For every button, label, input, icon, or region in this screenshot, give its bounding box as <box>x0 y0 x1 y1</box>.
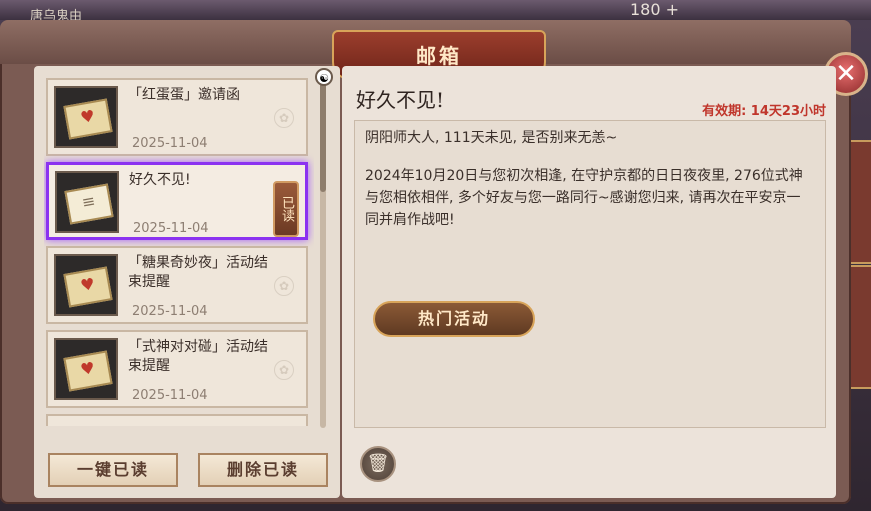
mail-list-scrollbar[interactable] <box>320 72 326 428</box>
envelope-frame: ≡ <box>55 171 119 233</box>
mail-detail-panel: 好久不见! 有效期: 14天23小时 阴阳师大人, 111天未见, 是否别来无恙… <box>342 66 836 498</box>
mark-all-read-button[interactable]: 一键已读 <box>48 453 178 487</box>
trash-icon: 🗑 <box>366 453 390 474</box>
envelope-icon: ♥ <box>63 98 113 140</box>
read-tag: 已读 <box>273 181 299 237</box>
close-icon: ✕ <box>835 59 857 89</box>
mail-title: 「糖果奇妙夜」活动结束提醒 <box>128 255 268 290</box>
mail-title: 好久不见! <box>129 172 191 188</box>
mail-date: 2025-11-04 <box>132 136 208 151</box>
flower-icon: ✿ <box>274 108 294 128</box>
mail-body: 阴阳师大人, 111天未见, 是否别来无恙~ 2024年10月20日与您初次相逢… <box>354 120 826 428</box>
mail-date: 2025-11-04 <box>133 221 209 236</box>
side-tab-2[interactable] <box>849 265 871 389</box>
mail-greeting: 阴阳师大人, 111天未见, 是否别来无恙~ <box>365 130 618 146</box>
side-tab-1[interactable] <box>849 140 871 264</box>
mail-list[interactable]: ♥ 「红蛋蛋」邀请函 2025-11-04 ✿ ≡ 好久不见! 2025-11-… <box>44 74 314 426</box>
mail-title: 「式神对对碰」活动结束提醒 <box>128 339 268 374</box>
mail-date: 2025-11-04 <box>132 304 208 319</box>
envelope-frame: ♥ <box>54 254 118 316</box>
hot-activity-button[interactable]: 热门活动 <box>373 301 535 337</box>
envelope-icon: ♥ <box>63 350 113 392</box>
flower-icon: ✿ <box>274 276 294 296</box>
currency-counter[interactable]: 180 + <box>630 0 679 19</box>
delete-mail-button[interactable]: 🗑 <box>360 446 396 482</box>
mail-item-invitation[interactable]: ♥ 「红蛋蛋」邀请函 2025-11-04 ✿ <box>46 78 308 156</box>
yin-yang-icon[interactable]: ☯ <box>315 68 333 86</box>
envelope-frame: ♥ <box>54 86 118 148</box>
opened-envelope-icon: ≡ <box>64 183 114 225</box>
mail-paragraph: 2024年10月20日与您初次相逢, 在守护京都的日日夜夜里, 276位式神与您… <box>365 168 803 228</box>
validity-label: 有效期: 14天23小时 <box>702 104 826 119</box>
mail-subject: 好久不见! <box>356 88 445 112</box>
mail-item-shikigami-match[interactable]: ♥ 「式神对对碰」活动结束提醒 2025-11-04 ✿ <box>46 330 308 408</box>
envelope-icon: ♥ <box>63 266 113 308</box>
mail-item-candy-night[interactable]: ♥ 「糖果奇妙夜」活动结束提醒 2025-11-04 ✿ <box>46 246 308 324</box>
mail-item-partial[interactable] <box>46 414 308 426</box>
mail-date: 2025-11-04 <box>132 388 208 403</box>
mail-list-panel: ♥ 「红蛋蛋」邀请函 2025-11-04 ✿ ≡ 好久不见! 2025-11-… <box>34 66 340 498</box>
top-bar <box>0 0 871 20</box>
flower-icon: ✿ <box>274 360 294 380</box>
mail-title: 「红蛋蛋」邀请函 <box>128 87 240 103</box>
mail-item-long-time-no-see[interactable]: ≡ 好久不见! 2025-11-04 已读 <box>46 162 308 240</box>
scroll-thumb[interactable] <box>320 72 326 192</box>
envelope-frame: ♥ <box>54 338 118 400</box>
page-title: 邮箱 <box>416 44 462 68</box>
delete-read-button[interactable]: 删除已读 <box>198 453 328 487</box>
